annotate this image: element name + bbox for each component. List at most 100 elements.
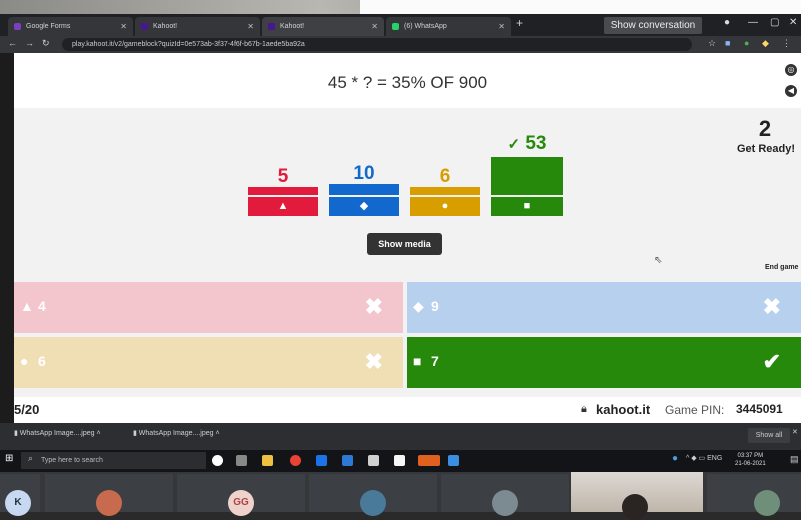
task-view-icon[interactable] [236,455,247,466]
count-triangle: 5 [277,166,289,187]
circle-icon: ● [20,353,29,369]
windows-start-icon[interactable]: ⊞ [5,453,13,464]
app-icon[interactable] [342,455,353,466]
clock[interactable]: 03:37 PM 21-06-2021 [735,452,766,468]
avatar: GG [228,490,254,516]
mouse-cursor-icon: ⇖ [654,255,663,266]
cortana-icon[interactable] [212,455,223,466]
app-icon[interactable] [316,455,327,466]
triangle-icon: ▲ [20,298,34,314]
check-icon: ✓ [507,136,521,153]
show-conversation-button[interactable]: Show conversation [604,17,702,34]
square-icon: ■ [491,197,563,216]
back-icon[interactable]: ← [8,38,17,48]
game-pin: 3445091 [736,402,783,416]
result-bar-triangle [248,187,318,195]
question-counter: 5/20 [14,402,40,417]
avatar: K [5,490,31,516]
answer-text: 4 [38,298,46,314]
tab-kahoot-active[interactable]: Kahoot! ✕ [262,17,384,36]
forms-icon [14,23,21,30]
timer-count: 2 [758,116,772,141]
menu-icon[interactable]: ⋮ [782,38,791,49]
show-all-button[interactable]: Show all [748,428,790,443]
app-icon[interactable] [448,455,459,466]
check-icon: ✔ [762,349,781,374]
download-item[interactable]: ▮ WhatsApp Image....jpeg ˄ [133,429,220,437]
settings-icon[interactable]: ◎ [785,64,797,76]
answer-triangle: ▲ 4 ✖ [14,282,403,333]
close-icon[interactable]: ✕ [247,17,254,36]
tray-icons[interactable]: ^ ◆ ▭ ENG [686,454,722,462]
minimize-icon[interactable]: — [748,17,758,28]
close-icon[interactable]: ✕ [371,17,378,36]
answer-text: 7 [431,353,439,369]
notification-icon[interactable]: ▤ [790,454,799,465]
kahoot-icon [268,23,275,30]
circle-icon: ● [410,197,480,216]
question-text: 45 * ? = 35% OF 900 [327,73,488,92]
game-pin-label: Game PIN: [665,403,725,417]
extension-icon[interactable]: ◆ [762,38,769,49]
result-bar-square [491,157,563,195]
answer-text: 9 [431,298,439,314]
diamond-icon: ◆ [329,197,399,216]
cross-icon: ✖ [364,294,383,319]
close-icon[interactable]: ✕ [792,428,798,436]
avatar [492,490,518,516]
result-bar-circle [410,187,480,195]
avatar [96,490,122,516]
reload-icon[interactable]: ↻ [42,38,50,49]
extension-icon[interactable]: ■ [725,38,730,48]
file-explorer-icon[interactable] [262,455,273,466]
avatar [622,494,648,520]
count-circle: 6 [439,166,451,187]
bookmark-icon[interactable]: ☆ [708,38,716,49]
site-name: kahoot.it [596,402,651,417]
diamond-icon: ◆ [413,298,424,314]
forward-icon[interactable]: → [25,38,34,48]
maximize-icon[interactable]: ▢ [770,17,779,28]
search-icon: ⌕ [28,453,34,463]
profile-icon[interactable]: ● [724,17,730,28]
answer-circle: ● 6 ✖ [14,337,403,388]
downloads-bar [0,423,801,450]
cross-icon: ✖ [364,349,383,374]
app-icon[interactable] [368,455,379,466]
lock-icon: 🔒︎ [581,403,587,415]
whatsapp-icon [392,23,399,30]
url-field[interactable]: play.kahoot.it/v2/gameblock?quizId=0e573… [62,38,692,51]
tab-google-forms[interactable]: Google Forms ✕ [8,17,133,36]
count-square: ✓ 53 [507,133,547,154]
get-ready-label: Get Ready! [736,143,796,155]
store-icon[interactable] [394,455,405,466]
extension-icon[interactable]: ● [744,38,749,48]
taskbar-search-input[interactable]: Type here to search [21,452,206,469]
volume-icon[interactable]: ◀ [785,85,797,97]
app-icon[interactable] [418,455,440,466]
tab-kahoot-1[interactable]: Kahoot! ✕ [135,17,260,36]
result-bar-diamond [329,184,399,195]
close-icon[interactable]: ✕ [120,17,127,36]
left-dark-column [0,53,14,423]
triangle-icon: ▲ [248,197,318,216]
tab-whatsapp[interactable]: (6) WhatsApp ✕ [386,17,511,36]
new-tab-button[interactable]: + [516,16,523,30]
tray-app-icon[interactable]: ● [672,453,678,464]
answer-diamond: ◆ 9 ✖ [407,282,801,333]
chrome-icon[interactable] [290,455,301,466]
background-photo-strip [0,0,801,14]
end-game-button[interactable]: End game [765,264,798,271]
show-media-button[interactable]: Show media [367,233,442,255]
square-icon: ■ [413,353,422,369]
close-window-icon[interactable]: ✕ [789,17,797,28]
download-item[interactable]: ▮ WhatsApp Image....jpeg ˄ [14,429,101,437]
avatar [754,490,780,516]
cross-icon: ✖ [762,294,781,319]
answer-text: 6 [38,353,46,369]
avatar [360,490,386,516]
kahoot-icon [141,23,148,30]
count-diamond: 10 [353,163,375,184]
answer-square: ■ 7 ✔ [407,337,801,388]
close-icon[interactable]: ✕ [498,17,505,36]
